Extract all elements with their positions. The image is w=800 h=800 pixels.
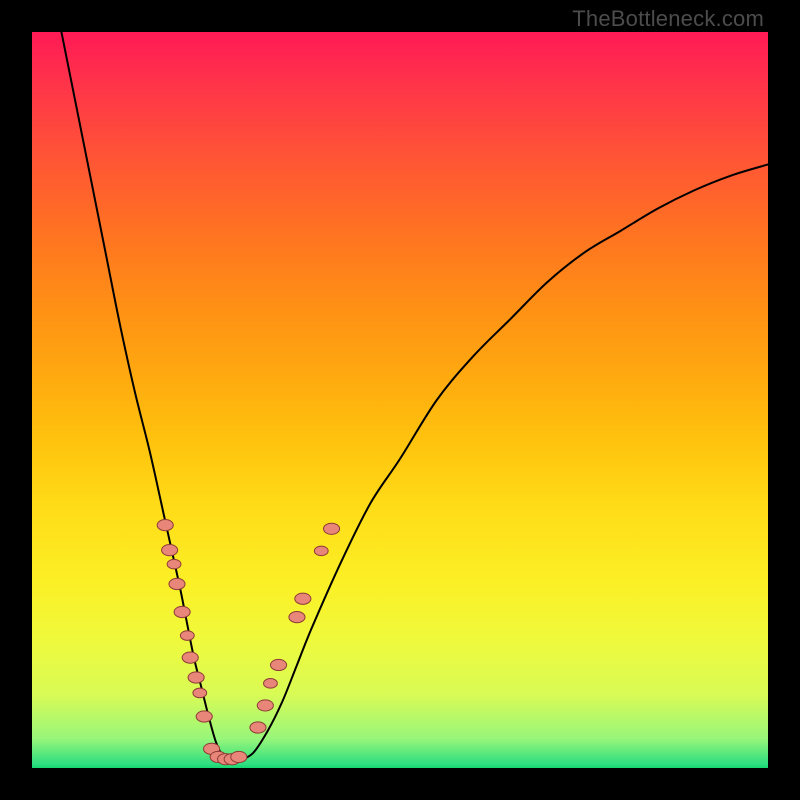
data-marker bbox=[271, 659, 287, 670]
curve-markers bbox=[157, 520, 339, 765]
data-marker bbox=[162, 545, 178, 556]
data-marker bbox=[231, 751, 247, 762]
data-marker bbox=[250, 722, 266, 733]
data-marker bbox=[193, 688, 207, 698]
data-marker bbox=[264, 679, 278, 689]
plot-area bbox=[32, 32, 768, 768]
outer-frame: TheBottleneck.com bbox=[0, 0, 800, 800]
data-marker bbox=[182, 652, 198, 663]
data-marker bbox=[167, 559, 181, 569]
data-marker bbox=[174, 606, 190, 617]
data-marker bbox=[257, 700, 273, 711]
watermark-text: TheBottleneck.com bbox=[572, 6, 764, 32]
data-marker bbox=[295, 593, 311, 604]
data-marker bbox=[314, 546, 328, 556]
data-marker bbox=[180, 631, 194, 641]
data-marker bbox=[196, 711, 212, 722]
bottleneck-curve-path bbox=[61, 32, 768, 761]
data-marker bbox=[169, 578, 185, 589]
data-marker bbox=[188, 672, 204, 683]
data-marker bbox=[324, 523, 340, 534]
data-marker bbox=[289, 612, 305, 623]
curve-layer bbox=[32, 32, 768, 768]
data-marker bbox=[157, 520, 173, 531]
bottleneck-curve bbox=[61, 32, 768, 761]
